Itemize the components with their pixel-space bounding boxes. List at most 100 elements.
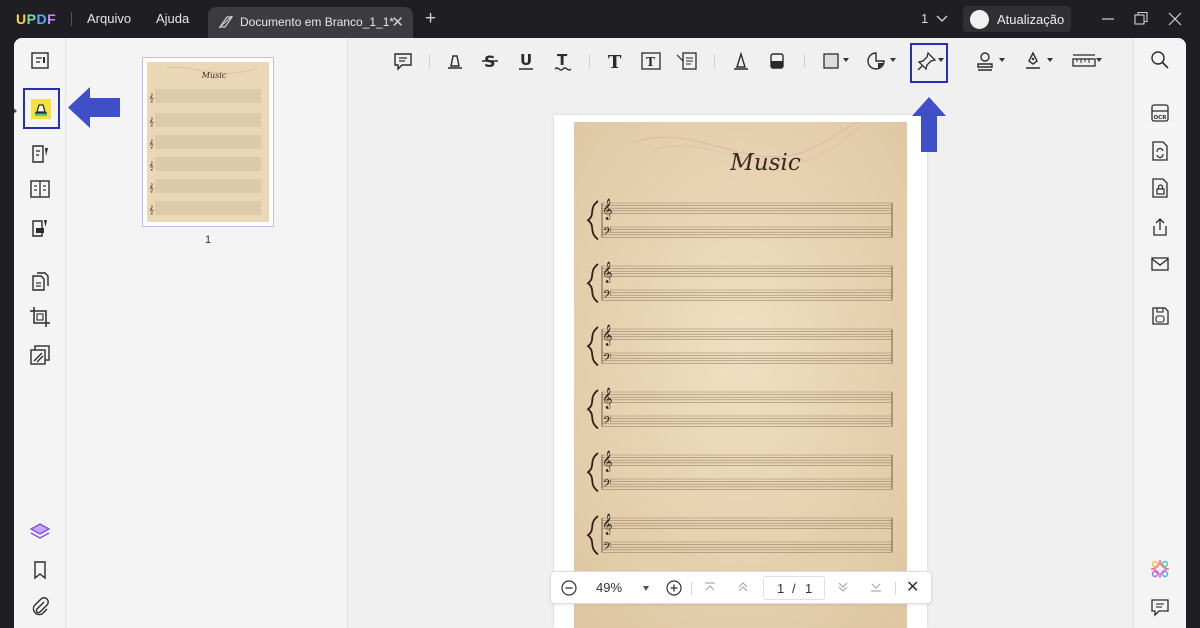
zoom-value[interactable]: 49% [596,580,622,595]
email-icon[interactable] [1149,253,1171,275]
previous-page-icon[interactable] [736,580,750,594]
zoom-dropdown-caret[interactable] [643,586,649,591]
current-page: 1 [777,581,785,596]
pin-dropdown-caret[interactable] [938,58,944,62]
strikethrough-icon[interactable]: S [479,50,501,72]
stamp-dropdown-caret[interactable] [999,58,1005,62]
treble-clef-icon: 𝄞 [602,325,613,346]
form-icon[interactable] [28,177,52,201]
annotation-arrow-left-icon [68,87,120,128]
close-zoom-bar-icon[interactable]: ✕ [906,577,919,597]
restore-icon[interactable] [1131,9,1151,29]
pencil-icon[interactable] [730,50,752,72]
thumbnail-page-number: 1 [205,234,212,246]
zoom-bar: 49% 1 / 1 ✕ [550,571,932,604]
comment-mode-icon[interactable] [29,97,53,121]
update-button[interactable]: Atualização [963,6,1071,32]
page-count-value: 1 [921,11,929,26]
toolbar-divider [714,54,715,68]
redact-icon[interactable] [28,343,52,367]
last-page-icon[interactable] [869,580,883,594]
save-icon[interactable] [1149,305,1171,327]
underline-icon[interactable]: U [515,50,537,72]
total-pages: 1 [805,581,813,596]
zoom-out-icon[interactable] [561,580,577,596]
svg-text:𝄞: 𝄞 [149,139,154,148]
title-separator [71,12,72,26]
ocr-icon[interactable]: OCR [1149,102,1171,124]
document-tab[interactable]: Documento em Branco_1_1* ✕ [208,7,413,38]
sheet-title: Music [730,150,801,176]
attachment-icon[interactable] [28,595,52,619]
sticker-icon[interactable] [865,50,887,72]
svg-text:T: T [608,52,622,72]
stamp-icon[interactable] [974,50,996,72]
organize-pages-icon[interactable] [28,270,52,294]
pin-icon[interactable] [916,50,938,72]
bass-clef-icon: 𝄢 [603,352,611,367]
left-sidebar [14,38,66,628]
measure-icon[interactable] [1071,50,1097,72]
eraser-icon[interactable] [766,50,788,72]
right-sidebar: OCR [1133,38,1186,628]
shape-icon[interactable] [820,50,842,72]
main-window: 𝄞 𝄞 𝄞 𝄞 𝄞 𝄞 Music 1 S U T T T 𝄞 𝄢 𝄞 𝄢 𝄞 … [14,38,1186,628]
document-canvas[interactable]: S U T T T 𝄞 𝄢 𝄞 𝄢 𝄞 𝄢 𝄞 𝄢 𝄞 𝄢 𝄞 𝄢 Music … [348,38,1133,628]
fill-sign-icon[interactable] [28,216,52,240]
signature-dropdown-caret[interactable] [1047,58,1053,62]
page-count-dropdown[interactable]: 1 [921,11,948,26]
next-page-icon[interactable] [836,580,850,594]
squiggly-underline-icon[interactable]: T [552,50,574,72]
svg-text:𝄞: 𝄞 [149,161,154,170]
reader-mode-icon[interactable] [28,49,52,73]
comments-list-icon[interactable] [1149,596,1171,618]
svg-text:U: U [520,51,532,69]
annotation-arrow-up-icon [912,97,946,152]
text-callout-icon[interactable] [676,50,698,72]
document-tab-icon [218,15,234,29]
protect-pdf-icon[interactable] [1149,177,1171,199]
share-icon[interactable] [1149,216,1171,238]
signature-icon[interactable] [1022,50,1044,72]
sticker-dropdown-caret[interactable] [890,58,896,62]
treble-clef-icon: 𝄞 [602,199,613,220]
close-window-icon[interactable] [1165,9,1185,29]
text-box-icon[interactable]: T [640,50,662,72]
toolbar-divider [804,54,805,68]
app-logo[interactable]: UPDF [16,11,56,27]
svg-text:𝄞: 𝄞 [149,205,154,214]
highlighter-icon[interactable] [444,50,466,72]
convert-pdf-icon[interactable] [1149,140,1171,162]
layers-icon[interactable] [28,520,52,544]
page-thumbnail[interactable]: 𝄞 𝄞 𝄞 𝄞 𝄞 𝄞 Music [142,57,274,227]
page-number-input[interactable]: 1 / 1 [763,576,825,600]
minimize-icon[interactable] [1098,9,1118,29]
toolbar-divider [589,54,590,68]
svg-text:OCR: OCR [1154,115,1168,121]
bass-clef-icon: 𝄢 [603,415,611,430]
document-page[interactable]: 𝄞 𝄢 𝄞 𝄢 𝄞 𝄢 𝄞 𝄢 𝄞 𝄢 𝄞 𝄢 Music [554,115,927,628]
search-icon[interactable] [1149,49,1171,71]
measure-dropdown-caret[interactable] [1096,58,1102,62]
bass-clef-icon: 𝄢 [603,478,611,493]
text-icon[interactable]: T [604,50,626,72]
zoom-divider [895,582,896,595]
menu-arquivo[interactable]: Arquivo [87,11,131,26]
edit-pdf-icon[interactable] [28,142,52,166]
menu-ajuda[interactable]: Ajuda [156,11,189,26]
update-label: Atualização [997,12,1065,27]
sticky-note-icon[interactable] [392,50,414,72]
bass-clef-icon: 𝄢 [603,541,611,556]
zoom-in-icon[interactable] [666,580,682,596]
ai-assistant-icon[interactable] [1149,558,1171,580]
new-tab-button[interactable]: + [425,8,436,30]
close-tab-icon[interactable]: ✕ [391,13,404,31]
shape-dropdown-caret[interactable] [843,58,849,62]
first-page-icon[interactable] [703,580,717,594]
svg-text:T: T [557,51,568,69]
active-mode-indicator [14,107,17,115]
thumbnail-music-sheet: 𝄞 𝄞 𝄞 𝄞 𝄞 𝄞 [149,67,261,215]
crop-icon[interactable] [28,305,52,329]
bookmark-icon[interactable] [28,558,52,582]
avatar [970,10,989,29]
